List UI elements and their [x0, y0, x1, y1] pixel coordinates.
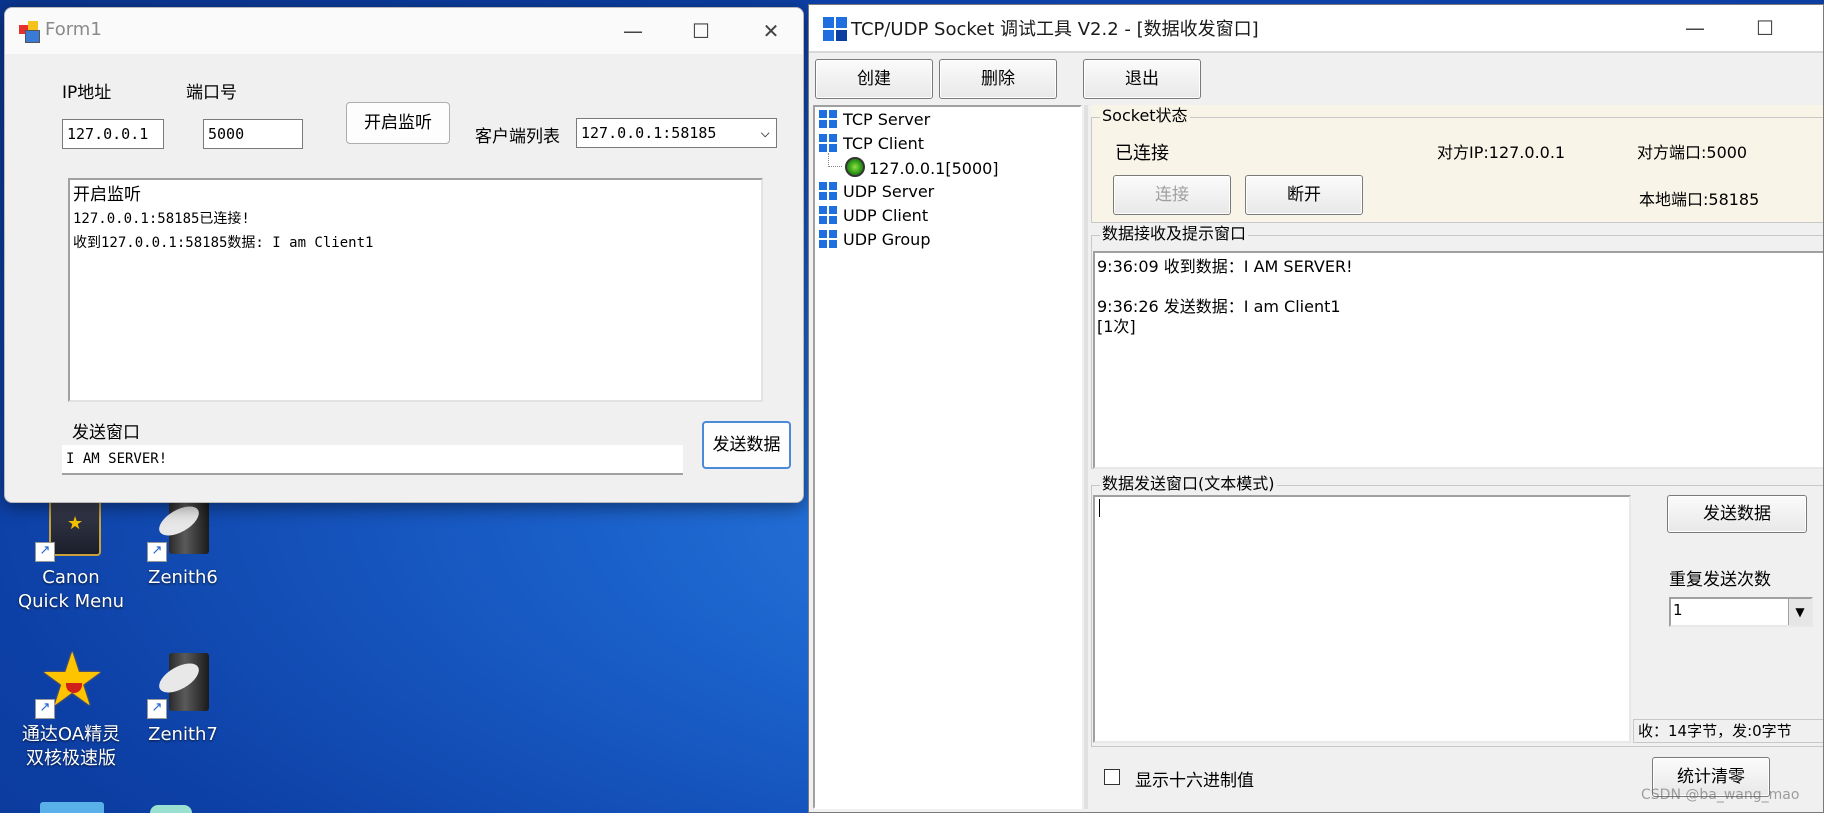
minimize-icon[interactable]: —	[1667, 13, 1723, 43]
port-label: 端口号	[186, 83, 237, 103]
maximize-icon[interactable]: ☐	[1737, 13, 1793, 43]
pane-splitter[interactable]	[1084, 105, 1088, 809]
hex-display-checkbox[interactable]	[1104, 769, 1120, 785]
minimize-icon[interactable]: —	[605, 16, 661, 46]
client-list-label: 客户端列表	[475, 127, 560, 147]
desktop-icon-partial[interactable]	[150, 805, 192, 813]
ip-label: IP地址	[62, 83, 112, 103]
desktop-icon-label: Zenith6	[148, 567, 218, 588]
tree-item-udp-client[interactable]: UDP Client	[819, 205, 928, 227]
repeat-count-value: 1	[1673, 601, 1683, 619]
ip-input[interactable]: 127.0.0.1	[62, 119, 164, 149]
port-input[interactable]: 5000	[203, 119, 303, 149]
tree-item-label: TCP Client	[843, 134, 925, 153]
byte-stats: 收：14字节，发:0字节	[1633, 719, 1823, 743]
tree-item-udp-group[interactable]: UDP Group	[819, 229, 930, 251]
log-textbox[interactable]: 开启监听 127.0.0.1:58185已连接! 收到127.0.0.1:581…	[68, 178, 763, 402]
zenith7-icon: ↗	[147, 647, 219, 719]
chevron-down-icon[interactable]: ⌵	[760, 122, 770, 141]
connect-button[interactable]: 连接	[1113, 175, 1231, 215]
desktop-icon-tongda-oa[interactable]: ★ ↗ 通达OA精灵 双核极速版	[16, 643, 126, 771]
send-data-button[interactable]: 发送数据	[702, 421, 791, 469]
desktop-icon-canon-quick-menu[interactable]: ★ ↗ Canon Quick Menu	[16, 490, 126, 614]
start-listen-button[interactable]: 开启监听	[346, 102, 450, 144]
grid-icon	[819, 110, 837, 128]
receive-line: [1次]	[1097, 317, 1136, 336]
create-button[interactable]: 创建	[815, 59, 933, 99]
desktop-icon-zenith7[interactable]: ↗ Zenith7	[128, 647, 238, 747]
tree-item-label: TCP Server	[843, 110, 931, 129]
log-line: 开启监听	[73, 185, 141, 205]
form1-title: Form1	[45, 19, 102, 40]
send-window-label: 发送窗口	[72, 423, 140, 443]
send-textbox[interactable]	[1093, 495, 1631, 743]
socket-tool-title: TCP/UDP Socket 调试工具 V2.2 - [数据收发窗口]	[851, 19, 1259, 40]
client-list-value: 127.0.0.1:58185	[581, 124, 717, 142]
peer-port: 对方端口:5000	[1637, 143, 1748, 162]
close-icon[interactable]: ✕	[743, 16, 799, 46]
socket-app-icon	[823, 17, 847, 41]
winforms-app-icon	[19, 21, 40, 43]
client-list-select[interactable]: 127.0.0.1:58185 ⌵	[576, 118, 777, 148]
grid-icon	[819, 134, 837, 152]
desktop-icon-partial[interactable]	[40, 802, 104, 813]
connection-tree[interactable]: TCP Server TCP Client 127.0.0.1[5000] UD…	[813, 105, 1082, 809]
grid-icon	[819, 206, 837, 224]
desktop-icon-label: Zenith7	[148, 724, 218, 745]
local-port: 本地端口:58185	[1639, 190, 1760, 209]
grid-icon	[819, 182, 837, 200]
maximize-icon[interactable]: ☐	[673, 16, 729, 46]
tree-item-udp-server[interactable]: UDP Server	[819, 181, 934, 203]
tree-item-label: UDP Server	[843, 182, 935, 201]
log-line: 127.0.0.1:58185已连接!	[73, 211, 250, 227]
text-cursor	[1099, 499, 1100, 517]
disconnect-button[interactable]: 断开	[1245, 175, 1363, 215]
desktop-icon-zenith6[interactable]: ↗ Zenith6	[128, 490, 238, 590]
repeat-count-label: 重复发送次数	[1669, 570, 1771, 590]
delete-button[interactable]: 删除	[939, 59, 1057, 99]
group-title: 数据接收及提示窗口	[1100, 224, 1249, 244]
tree-item-label: 127.0.0.1[5000]	[869, 159, 999, 178]
peer-ip: 对方IP:127.0.0.1	[1437, 143, 1566, 162]
tree-item-label: UDP Client	[843, 206, 929, 225]
tool-send-data-button[interactable]: 发送数据	[1667, 495, 1807, 533]
desktop-icon-label: Canon Quick Menu	[17, 567, 125, 612]
log-line: 收到127.0.0.1:58185数据: I am Client1	[73, 235, 374, 251]
receive-textbox[interactable]: 9:36:09 收到数据：I AM SERVER! 9:36:26 发送数据：I…	[1093, 251, 1823, 469]
chevron-down-icon[interactable]: ▼	[1788, 599, 1811, 625]
group-title: Socket状态	[1100, 106, 1190, 126]
socket-tool-window: TCP/UDP Socket 调试工具 V2.2 - [数据收发窗口] — ☐ …	[808, 4, 1824, 813]
tree-item-label: UDP Group	[843, 230, 931, 249]
titlebar-divider	[809, 51, 1823, 53]
form1-titlebar[interactable]: Form1 — ☐ ✕	[5, 8, 803, 54]
socket-tool-titlebar[interactable]: TCP/UDP Socket 调试工具 V2.2 - [数据收发窗口] — ☐	[809, 5, 1823, 51]
tree-item-connection[interactable]: 127.0.0.1[5000]	[845, 157, 999, 180]
group-title: 数据发送窗口(文本模式)	[1100, 474, 1277, 494]
desktop-icon-label: 通达OA精灵 双核极速版	[21, 724, 121, 769]
watermark: CSDN @ba_wang_mao	[1641, 787, 1800, 803]
tree-item-tcp-server[interactable]: TCP Server	[819, 109, 930, 131]
connected-status-icon	[845, 157, 865, 177]
tongda-oa-star-icon: ★ ↗	[35, 643, 107, 719]
receive-line: 9:36:26 发送数据：I am Client1	[1097, 297, 1341, 316]
exit-button[interactable]: 退出	[1083, 59, 1201, 99]
receive-line	[1097, 277, 1821, 297]
receive-line: 9:36:09 收到数据：I AM SERVER!	[1097, 257, 1353, 276]
grid-icon	[819, 230, 837, 248]
send-input[interactable]: I AM SERVER!	[62, 445, 683, 475]
form1-window: Form1 — ☐ ✕ IP地址 端口号 127.0.0.1 5000 开启监听…	[4, 7, 804, 503]
hex-display-label: 显示十六进制值	[1135, 771, 1254, 791]
tree-connector-line	[828, 153, 842, 167]
connection-state: 已连接	[1115, 143, 1169, 164]
repeat-count-select[interactable]: 1 ▼	[1669, 597, 1813, 627]
tree-item-tcp-client[interactable]: TCP Client	[819, 133, 924, 155]
